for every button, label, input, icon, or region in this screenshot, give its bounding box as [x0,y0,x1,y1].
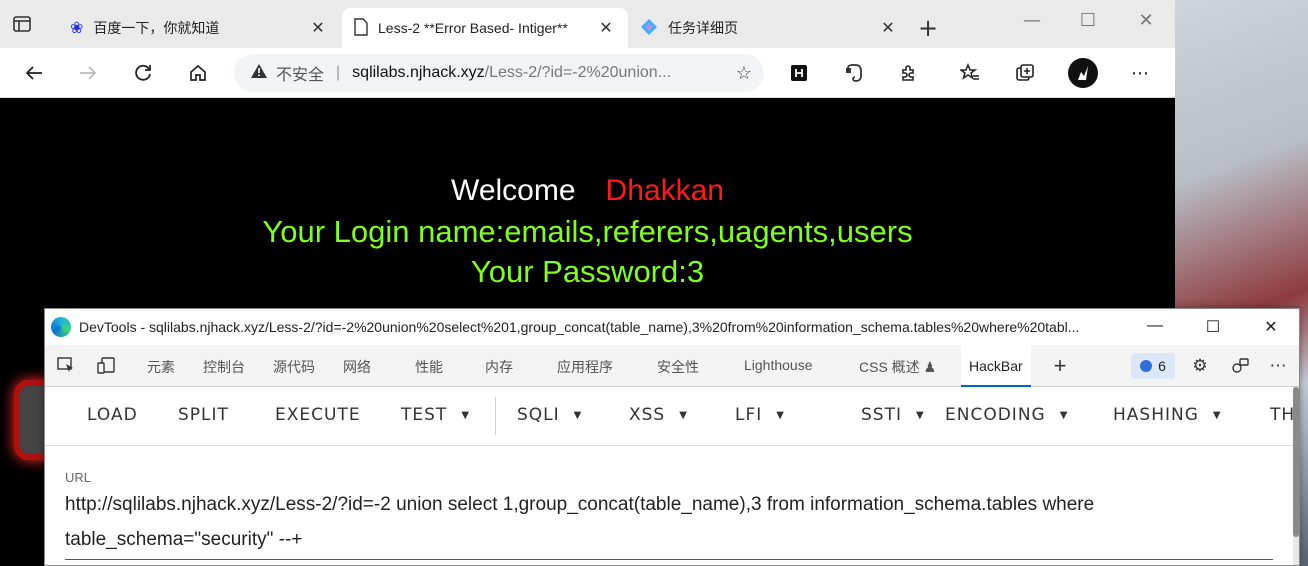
tab-performance[interactable]: 性能 [415,357,443,377]
customize-icon[interactable] [1229,355,1251,377]
welcome-name: Dhakkan [605,174,724,207]
warning-icon[interactable] [250,63,268,84]
tab-security[interactable]: 安全性 [657,357,699,377]
extensions-puzzle-icon[interactable] [897,61,921,85]
devtools-close-button[interactable]: ✕ [1251,317,1291,337]
tab-elements[interactable]: 元素 [147,357,175,377]
hackbar-lfi-menu[interactable]: LFI ▼ [735,405,785,425]
chevron-down-icon: ▼ [776,409,785,421]
favorites-icon[interactable] [958,61,982,85]
more-options-icon[interactable]: ⋯ [1128,61,1152,85]
hackbar-test-menu[interactable]: TEST ▼ [401,405,470,425]
url-field[interactable]: http://sqlilabs.njhack.xyz/Less-2/?id=-2… [65,487,1255,557]
more-options-icon[interactable]: ⋯ [1267,355,1289,377]
hackbar-theme-menu[interactable]: TH [1270,405,1295,425]
devtools-maximize-button[interactable]: ☐ [1193,317,1233,337]
home-button[interactable] [184,59,212,87]
devtools-window: DevTools - sqlilabs.njhack.xyz/Less-2/?i… [44,308,1300,566]
tab-title: Less-2 **Error Based- Intiger** [378,20,568,36]
refresh-button[interactable] [129,59,157,87]
address-separator: | [336,64,341,81]
welcome-label: Welcome [451,174,576,207]
tab-title: 百度一下，你就知道 [93,20,220,36]
tab-sources[interactable]: 源代码 [273,357,315,377]
address-host: sqlilabs.njhack.xyz [352,64,485,81]
new-tab-button[interactable]: + [918,14,938,42]
chevron-down-icon: ▼ [915,409,925,421]
evernote-extension-icon[interactable] [842,61,866,85]
tab-actions-icon[interactable] [12,14,44,42]
tab-css-overview[interactable]: CSS 概述 ♟ [859,357,936,377]
hackbar-encoding-menu[interactable]: ENCODING ▼ [945,405,1068,425]
profile-avatar[interactable] [1068,58,1098,88]
devtools-title: DevTools - sqlilabs.njhack.xyz/Less-2/?i… [79,319,1080,335]
address-path: /Less-2/?id=-2%20union... [484,64,672,81]
tab-task-detail[interactable]: 任务详细页 ✕ [628,8,910,48]
tab-title: 任务详细页 [668,20,738,36]
hackbar-execute-button[interactable]: EXECUTE [275,405,361,425]
url-label: URL [65,470,92,485]
tab-less-2[interactable]: Less-2 **Error Based- Intiger** ✕ [342,8,628,48]
hackbar-xss-menu[interactable]: XSS ▼ [629,405,688,425]
issues-icon [1140,360,1153,372]
back-button[interactable] [20,59,48,87]
document-icon [354,17,368,39]
devtools-tabbar: 元素 控制台 源代码 网络 性能 内存 应用程序 安全性 Lighthouse … [45,345,1299,387]
add-favorite-icon[interactable]: ☆ [736,63,752,84]
hackbar-divider [495,397,496,435]
login-name-result: Your Login name:emails,referers,uagents,… [262,214,913,249]
settings-gear-icon[interactable]: ⚙ [1189,355,1211,377]
devtools-minimize-button[interactable]: — [1135,317,1175,335]
welcome-line: Welcome Dhakkan [0,174,1175,208]
tab-strip: ❀ 百度一下，你就知道 ✕ Less-2 **Error Based- Inti… [0,0,1175,48]
nav-bar: 不安全 | sqlilabs.njhack.xyz /Less-2/?id=-2… [0,48,1175,98]
more-tabs-plus-icon[interactable]: + [1049,353,1071,378]
not-secure-label: 不安全 [276,67,325,84]
close-icon[interactable]: ✕ [878,18,898,38]
hackbar-extension-icon[interactable] [787,61,811,85]
close-window-button[interactable]: ✕ [1126,10,1166,31]
tab-application[interactable]: 应用程序 [557,357,613,377]
hackbar-load-button[interactable]: LOAD [87,405,138,425]
close-icon[interactable]: ✕ [596,18,616,38]
hackbar-menu: LOAD SPLIT EXECUTE TEST ▼ SQLI ▼ XSS ▼ LFI ▼… [45,387,1299,522]
tab-lighthouse[interactable]: Lighthouse [744,357,813,373]
collections-icon[interactable] [1013,61,1037,85]
forward-button[interactable] [74,59,102,87]
devtools-titlebar: DevTools - sqlilabs.njhack.xyz/Less-2/?i… [45,309,1299,345]
issues-count: 6 [1158,358,1166,374]
device-emulation-icon[interactable] [95,355,117,377]
tab-hackbar[interactable]: HackBar [961,345,1031,387]
password-result: Your Password:3 [470,254,705,289]
hackbar-url-panel: URL http://sqlilabs.njhack.xyz/Less-2/?i… [45,445,1299,565]
tab-memory[interactable]: 内存 [485,357,513,377]
chevron-down-icon: ▼ [1212,409,1222,421]
url-field-underline [65,559,1273,560]
close-icon[interactable]: ✕ [308,18,328,38]
hackbar-sqli-menu[interactable]: SQLI ▼ [517,405,582,425]
minimize-button[interactable]: — [1012,10,1052,31]
baidu-paw-icon: ❀ [70,20,84,37]
issues-badge[interactable]: 6 [1131,353,1175,379]
hackbar-split-button[interactable]: SPLIT [178,405,229,425]
address-bar[interactable]: 不安全 | sqlilabs.njhack.xyz /Less-2/?id=-2… [234,54,764,92]
chevron-down-icon: ▼ [679,409,688,421]
hackbar-hashing-menu[interactable]: HASHING ▼ [1113,405,1222,425]
chevron-down-icon: ▼ [1059,409,1069,421]
tab-console[interactable]: 控制台 [203,357,245,377]
edge-logo-icon [51,317,71,337]
diamond-logo-icon [640,18,658,39]
vertical-scrollbar[interactable] [1293,387,1299,537]
hackbar-ssti-menu[interactable]: SSTI ▼ [861,405,925,425]
inspect-element-icon[interactable] [55,355,77,377]
tab-network[interactable]: 网络 [343,357,371,377]
chevron-down-icon: ▼ [461,409,471,421]
maximize-button[interactable]: ☐ [1068,10,1108,31]
tab-baidu[interactable]: ❀ 百度一下，你就知道 ✕ [58,8,340,48]
chevron-down-icon: ▼ [573,409,583,421]
